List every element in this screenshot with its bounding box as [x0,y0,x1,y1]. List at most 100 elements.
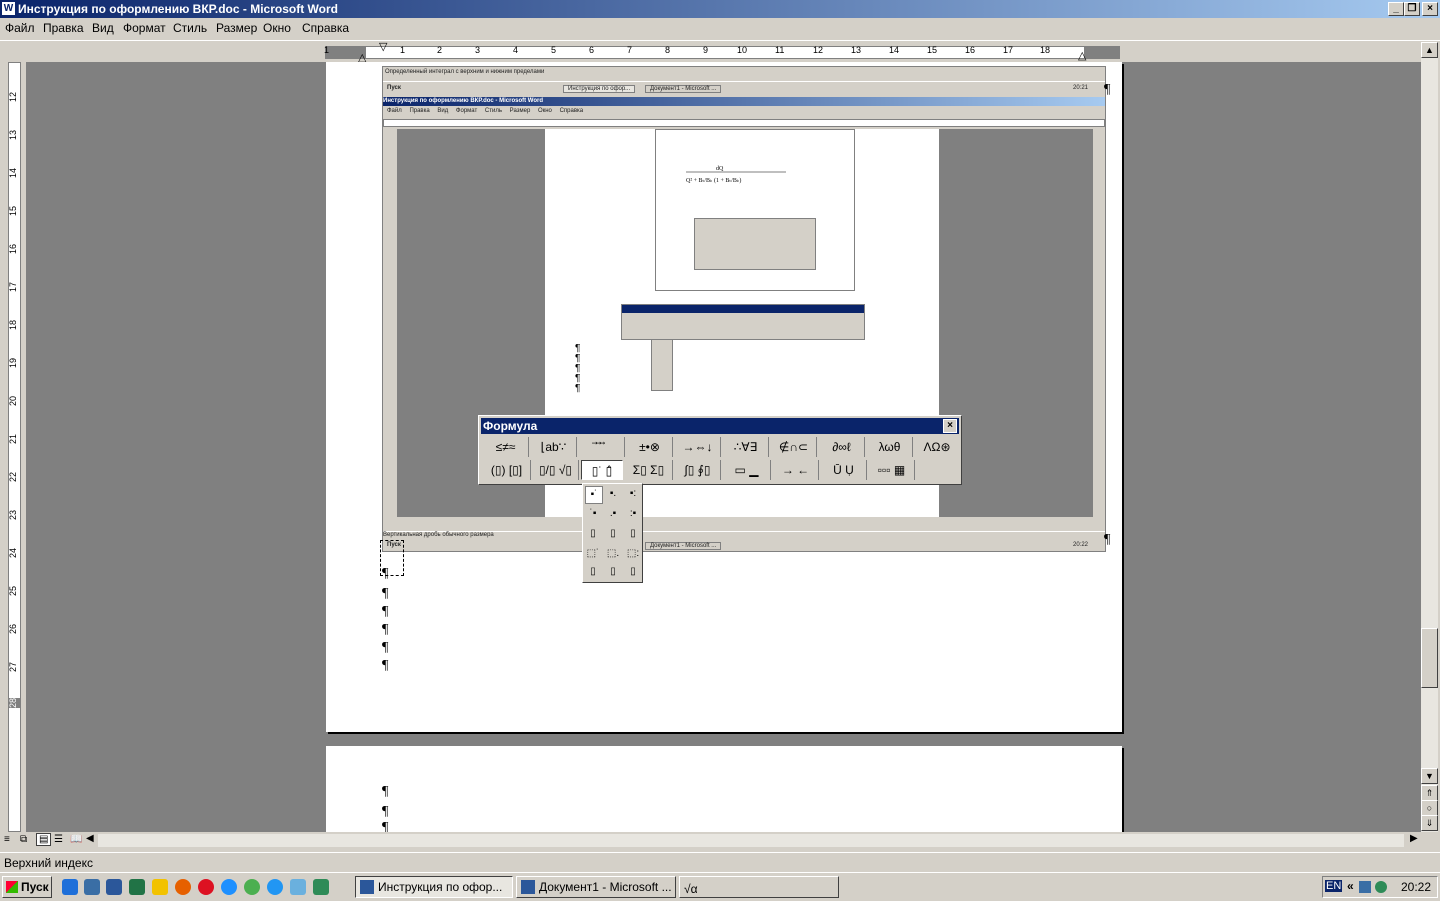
palette-over-option[interactable]: ▯ [585,526,601,542]
scroll-down-button[interactable]: ▼ [1421,768,1438,784]
formula-close-button[interactable]: × [943,419,957,433]
firefox-icon[interactable] [175,879,191,895]
palette-box-under-option[interactable]: ▯ [605,564,621,580]
excel-icon[interactable] [129,879,145,895]
messenger-icon[interactable] [290,879,306,895]
matrix-templates-button[interactable]: ▫▫▫ ▦ [869,460,915,480]
print-layout-view-icon[interactable]: ▤ [36,833,52,846]
palette-subsup-option[interactable]: ▪: [625,486,641,502]
menu-view[interactable]: Вид [92,21,114,35]
close-button[interactable]: × [1422,2,1438,16]
horizontal-ruler[interactable]: 1 1 2 3 4 5 6 7 8 9 10 11 12 13 14 15 16… [0,40,1440,64]
operator-symbols-button[interactable]: ±•⊗ [627,437,673,457]
arrow-symbols-button[interactable]: →⇔↓ [675,437,721,457]
fraction-radical-button[interactable]: ▯/▯ √▯ [533,460,579,480]
desktop-icon[interactable] [84,879,100,895]
menu-help[interactable]: Справка [302,21,349,35]
palette-subscript-option[interactable]: ▪. [605,486,621,502]
relational-symbols-button[interactable]: ≤≠≈ [483,437,529,457]
reading-view-icon[interactable]: 📖 [70,834,82,845]
labeled-arrow-button[interactable]: → ← [773,460,819,480]
opera-icon[interactable] [198,879,214,895]
language-indicator[interactable]: EN [1325,880,1343,892]
scroll-thumb[interactable] [1421,628,1438,688]
palette-left-super-option[interactable]: ˙▪ [585,506,601,522]
next-page-button[interactable]: ⇓ [1421,815,1438,831]
palette-underover-option[interactable]: ▯ [625,526,641,542]
menu-style[interactable]: Стиль [173,21,207,35]
palette-left-sub-option[interactable]: .▪ [605,506,621,522]
subscript-superscript-palette[interactable]: ▪˙ ▪. ▪: ˙▪ .▪ :▪ ▯ ▯ ▯ ⬚˙ ⬚. ⬚: ▯ ▯ ▯ [582,483,643,583]
word-app-icon[interactable]: W [2,2,15,15]
word-icon[interactable] [106,879,122,895]
network-icon[interactable] [1359,881,1371,893]
summation-button[interactable]: Σ▯ Σ▯ [625,460,673,480]
normal-view-icon[interactable]: ≡ [4,834,10,845]
start-button[interactable]: Пуск [2,876,52,898]
clock-app-icon[interactable] [152,879,168,895]
scroll-left-button[interactable]: ◀ [86,833,94,844]
web-view-icon[interactable]: ⧉ [20,834,27,845]
logical-symbols-button[interactable]: ∴∀∃ [723,437,769,457]
minimize-button[interactable]: _ [1388,2,1404,16]
ie-icon[interactable] [62,879,78,895]
first-line-indent-marker[interactable]: ▽ [379,40,387,53]
document-page[interactable]: Определенный интеграл с верхним и нижним… [326,62,1122,732]
vertical-ruler[interactable]: 12 13 14 15 16 17 18 19 20 21 22 23 24 2… [0,62,26,832]
publisher-icon[interactable] [313,879,329,895]
clock: 20:22 [1401,880,1432,894]
greek-uppercase-button[interactable]: ΛΩ⊛ [915,437,959,457]
palette-under-option[interactable]: ▯ [605,526,621,542]
icq-icon[interactable] [244,879,260,895]
spaces-ellipses-button[interactable]: ⌊ab∵ [531,437,577,457]
vruler-tick: 14 [8,168,18,179]
mini-clock1: 20:21 [1073,85,1089,91]
taskbar-task-instruction[interactable]: Инструкция по офор... [355,876,513,898]
menu-window[interactable]: Окно [263,21,291,35]
search-icon[interactable] [267,879,283,895]
taskbar-task-equation[interactable]: √α [679,876,839,898]
palette-box-super-option[interactable]: ⬚˙ [585,546,601,562]
prev-page-button[interactable]: ⇑ [1421,785,1438,801]
menu-format[interactable]: Формат [123,21,166,35]
browser-icon[interactable] [221,879,237,895]
palette-box-sub-option[interactable]: ⬚. [605,546,621,562]
ruler-tick: 2 [437,45,443,55]
menu-size[interactable]: Размер [216,21,257,35]
menu-file[interactable]: Файл [5,21,35,35]
status-icon[interactable] [1375,881,1387,893]
palette-box-over-option[interactable]: ▯ [585,564,601,580]
underbar-overbar-button[interactable]: ▭ ▁ [723,460,771,480]
horizontal-scrollbar[interactable]: ≡ ⧉ ▤ ☰ 📖 ◀ ▶ [0,832,1440,849]
fence-templates-button[interactable]: (▯) [▯] [483,460,531,480]
select-browse-object-button[interactable]: ○ [1421,800,1438,816]
menu-edit[interactable]: Правка [43,21,84,35]
hscroll-track[interactable] [98,834,1404,847]
greek-lowercase-button[interactable]: λωθ [867,437,913,457]
subscript-superscript-button[interactable]: ▯˙ ▯̂ [581,460,623,480]
scroll-right-button[interactable]: ▶ [1410,833,1418,844]
products-set-button[interactable]: Ū Ụ [821,460,867,480]
palette-box-underover-option[interactable]: ▯ [625,564,641,580]
embellishments-button[interactable]: ⃗ ⃗ ⃗ [579,437,625,457]
mini-menu-item: Вид [437,108,449,114]
tray-expand-button[interactable]: « [1347,879,1354,893]
palette-left-subsup-option[interactable]: :▪ [625,506,641,522]
vruler-tick: 26 [8,624,18,635]
formula-toolbar-titlebar[interactable]: Формула × [481,418,959,434]
taskbar-task-document1[interactable]: Документ1 - Microsoft ... [516,876,676,898]
misc-symbols-button[interactable]: ∂∞ℓ [819,437,865,457]
palette-superscript-option[interactable]: ▪˙ [585,486,603,504]
vruler-tick: 25 [8,586,18,597]
document-page-2[interactable]: ¶ ¶ ¶ [326,746,1122,832]
restore-button[interactable]: ❐ [1404,2,1420,16]
palette-box-subsup-option[interactable]: ⬚: [625,546,641,562]
integral-button[interactable]: ∫▯ ∮▯ [675,460,721,480]
formula-toolbar[interactable]: Формула × ≤≠≈ ⌊ab∵ ⃗ ⃗ ⃗ ±•⊗ →⇔↓ ∴∀∃ ∉∩⊂… [478,415,962,485]
right-indent-marker[interactable]: △ [1078,49,1086,62]
system-tray: EN « 20:22 [1322,876,1438,898]
set-theory-button[interactable]: ∉∩⊂ [771,437,817,457]
scroll-up-button[interactable]: ▲ [1421,42,1438,58]
outline-view-icon[interactable]: ☰ [54,834,63,845]
vertical-scrollbar[interactable]: ▲ ▼ ⇑ ○ ⇓ [1421,42,1438,832]
